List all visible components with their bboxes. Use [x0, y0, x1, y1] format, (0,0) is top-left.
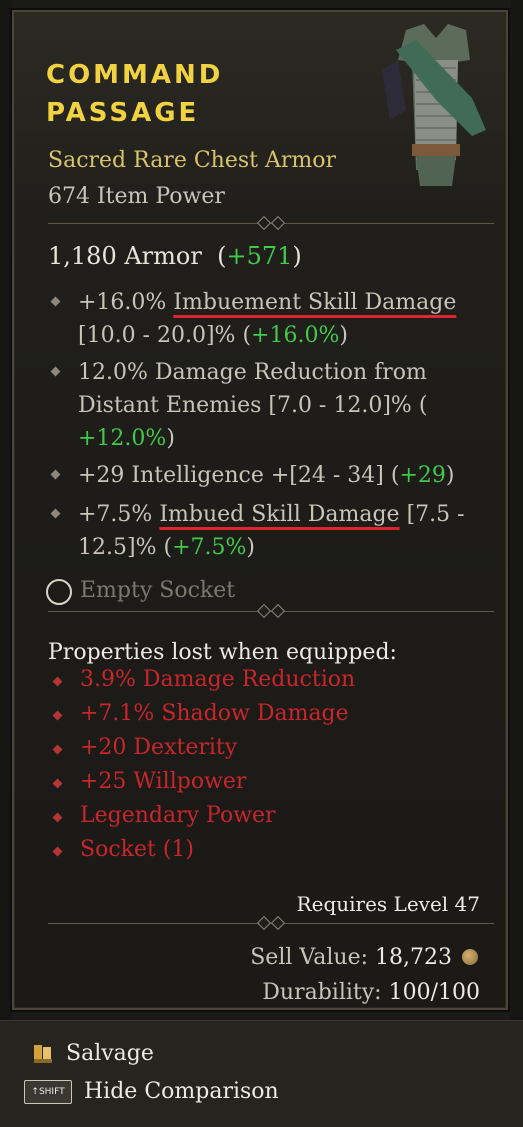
affix-text: )	[246, 535, 255, 560]
affix-text: [7.5 -	[399, 502, 465, 527]
lost-property-text: Legendary Power	[80, 803, 276, 828]
affix-imbued-skill-damage: +7.5% Imbued Skill Damage [7.5 - 12.5]% …	[50, 498, 478, 564]
action-bar: Salvage ↑SHIFT Hide Comparison	[0, 1020, 523, 1127]
affix-text: )	[166, 426, 175, 451]
left-rail	[0, 0, 12, 1020]
affix-text: Distant Enemies [7.0 - 12.0]% (	[78, 393, 428, 418]
lost-property: +25 Willpower	[52, 769, 247, 794]
affix-imbuement-skill-damage: +16.0% Imbuement Skill Damage [10.0 - 20…	[50, 286, 478, 352]
bullet-icon	[50, 296, 61, 307]
hide-comparison-label: Hide Comparison	[84, 1079, 279, 1104]
affix-text: 12.0% Damage Reduction from	[78, 360, 427, 385]
shift-key-label: SHIFT	[38, 1086, 65, 1097]
empty-socket: Empty Socket	[80, 578, 236, 603]
affix-highlight: Imbuement Skill Damage	[173, 290, 457, 315]
durability-label: Durability:	[262, 980, 389, 1005]
lost-property: +20 Dexterity	[52, 735, 238, 760]
affix-gain: +29	[399, 463, 446, 488]
bullet-icon	[50, 469, 61, 480]
bullet-icon	[52, 676, 63, 687]
bullet-icon	[52, 778, 63, 789]
affix-range: [10.0 - 20.0]% (	[78, 323, 252, 348]
divider	[48, 215, 494, 231]
armor-value: 1,180 Armor	[48, 242, 202, 270]
durability: Durability: 100/100	[262, 980, 480, 1005]
hide-comparison-action[interactable]: ↑SHIFT Hide Comparison	[24, 1079, 279, 1104]
affix-text: +29 Intelligence +[24 - 34] (	[78, 463, 400, 488]
affix-intelligence: +29 Intelligence +[24 - 34] (+29)	[50, 459, 478, 492]
bullet-icon	[50, 508, 61, 519]
salvage-label: Salvage	[66, 1041, 154, 1066]
durability-value: 100/100	[388, 980, 480, 1005]
lost-property-text: +7.1% Shadow Damage	[80, 701, 349, 726]
socket-icon	[46, 579, 72, 605]
salvage-icon	[34, 1044, 52, 1063]
armor-diff: +571	[226, 242, 293, 270]
item-tooltip: COMMAND PASSAGE Sacred Rare Chest Armor …	[12, 10, 508, 1010]
divider	[48, 603, 494, 619]
lost-property-text: 3.9% Damage Reduction	[80, 667, 356, 692]
lost-property-text: +20 Dexterity	[80, 735, 238, 760]
bullet-icon	[50, 366, 61, 377]
lost-property-text: Socket (1)	[80, 837, 194, 862]
sell-label: Sell Value:	[250, 945, 376, 970]
item-power: 674 Item Power	[48, 184, 225, 209]
item-name-line2: PASSAGE	[46, 98, 200, 128]
bullet-icon	[52, 744, 63, 755]
chest-armor-icon	[382, 24, 486, 186]
lost-properties-heading: Properties lost when equipped:	[48, 640, 397, 665]
item-name-line1: COMMAND	[46, 60, 224, 90]
divider	[48, 915, 494, 931]
lost-property: Legendary Power	[52, 803, 276, 828]
affix-text: +16.0%	[78, 290, 174, 315]
shift-key-icon: ↑SHIFT	[24, 1079, 72, 1104]
armor-stat: 1,180 Armor (+571)	[48, 242, 302, 270]
sell-amount: 18,723	[375, 945, 452, 970]
affix-gain: +12.0%	[78, 426, 167, 451]
affix-text: )	[445, 463, 455, 488]
affix-gain: +16.0%	[251, 323, 340, 348]
salvage-action[interactable]: Salvage	[32, 1041, 154, 1066]
sell-value: Sell Value: 18,723	[250, 945, 452, 970]
affix-text: )	[339, 323, 348, 348]
lost-property: +7.1% Shadow Damage	[52, 701, 349, 726]
right-rail	[511, 0, 523, 1020]
bullet-icon	[52, 812, 63, 823]
item-type: Sacred Rare Chest Armor	[48, 148, 337, 173]
bullet-icon	[52, 710, 63, 721]
gold-coin-icon	[462, 949, 478, 965]
required-level: Requires Level 47	[296, 892, 480, 916]
affix-damage-reduction-distant: 12.0% Damage Reduction from Distant Enem…	[50, 356, 478, 455]
affix-gain: +7.5%	[172, 535, 247, 560]
lost-property-text: +25 Willpower	[80, 769, 247, 794]
item-name: COMMAND PASSAGE	[46, 56, 306, 132]
lost-property: 3.9% Damage Reduction	[52, 667, 356, 692]
lost-property: Socket (1)	[52, 837, 194, 862]
affix-text: +7.5%	[78, 502, 160, 527]
bullet-icon	[52, 846, 63, 857]
affix-highlight: Imbued Skill Damage	[159, 502, 400, 527]
affix-text: 12.5]% (	[78, 535, 173, 560]
